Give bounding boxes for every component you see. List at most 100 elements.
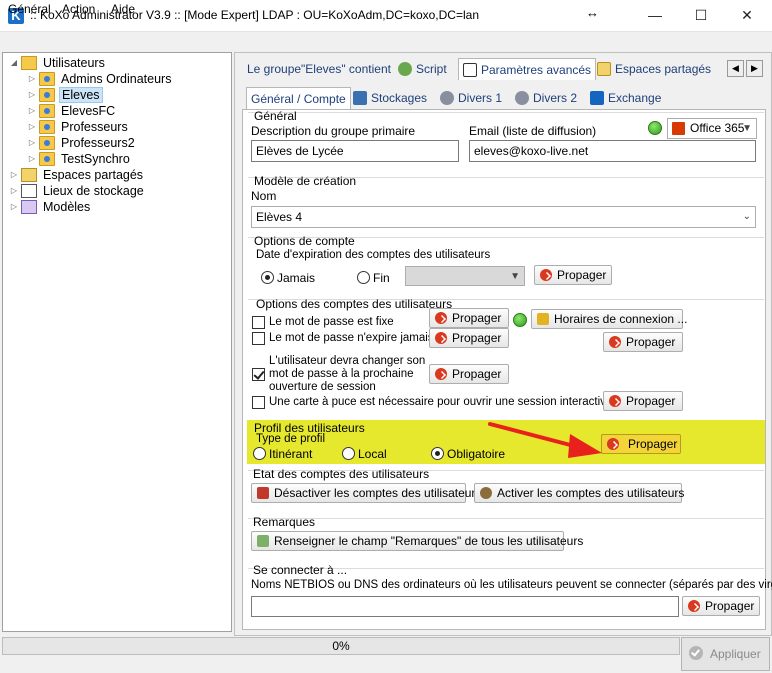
renseigner-remarques-button[interactable]: Renseigner le champ "Remarques" de tous … (251, 531, 583, 551)
radio-obligatoire[interactable] (431, 447, 444, 460)
menu-action[interactable]: Action (62, 2, 95, 16)
templates-icon (21, 200, 37, 214)
expand-icon[interactable]: ▷ (27, 151, 37, 167)
change-pwd-label-3: ouverture de session (269, 381, 376, 393)
chevron-down-icon: ▼ (510, 271, 520, 282)
checkbox-change-pwd[interactable] (252, 368, 265, 381)
tab-scroll-left-button[interactable]: ◀ (727, 60, 744, 77)
storage-icon (353, 91, 367, 105)
tree-view[interactable]: ◢ Utilisateurs ▷ Admins Ordinateurs ▷ El… (2, 52, 232, 632)
office-icon (672, 122, 685, 135)
maximize-button[interactable]: ☐ (678, 0, 724, 31)
group-folder-icon (39, 104, 55, 118)
pwd-never-label: Le mot de passe n'expire jamais (269, 332, 434, 344)
tab-espaces-partages[interactable]: Espaces partagés (597, 58, 711, 80)
expiration-date-picker[interactable]: ▼ (405, 266, 525, 286)
propager-expiration-button[interactable]: Propager (534, 265, 612, 285)
propager-pwd-fixe-button[interactable]: Propager (429, 308, 509, 328)
expand-icon[interactable]: ▷ (27, 87, 37, 103)
netbios-label: Noms NETBIOS ou DNS des ordinateurs où l… (251, 579, 772, 591)
office-365-dropdown[interactable]: Office 365 ▼ (667, 118, 757, 139)
shared-space-icon (597, 62, 611, 76)
disable-user-icon (257, 487, 269, 499)
expiration-label: Date d'expiration des comptes des utilis… (256, 249, 491, 261)
expand-icon[interactable]: ▷ (27, 119, 37, 135)
activer-comptes-button[interactable]: Activer les comptes des utilisateurs (474, 483, 684, 503)
propager-pwd-never-button[interactable]: Propager (429, 328, 509, 348)
options-users-title: Options des comptes des utilisateurs (256, 297, 453, 311)
type-profil-label: Type de profil (256, 433, 326, 445)
propagate-arrow-icon (540, 269, 552, 281)
settings-doc-icon (463, 63, 477, 77)
change-pwd-label-2: mot de passe à la prochaine (269, 368, 414, 380)
etat-title: Etat des comptes des utilisateurs (253, 467, 430, 481)
menu-general[interactable]: Général (8, 2, 51, 16)
propager-profil-button[interactable]: Propager (601, 434, 681, 454)
group-folder-icon (39, 88, 55, 102)
progress-bar: 0% (2, 637, 680, 655)
desactiver-comptes-button[interactable]: Désactiver les comptes des utilisateurs (251, 483, 481, 503)
radio-jamais[interactable] (261, 271, 274, 284)
propagate-arrow-icon (609, 395, 621, 407)
gear-icon (440, 91, 454, 105)
expand-icon[interactable]: ▷ (9, 183, 19, 199)
modele-dropdown[interactable]: Elèves 4 ⌄ (251, 206, 756, 228)
status-ok-icon (513, 313, 527, 327)
remarques-title: Remarques (253, 515, 316, 529)
propager-smartcard-button[interactable]: Propager (603, 391, 683, 411)
propagate-arrow-icon (435, 332, 447, 344)
fin-label: Fin (373, 271, 390, 285)
radio-itinerant[interactable] (253, 447, 266, 460)
menu-bar (0, 32, 772, 52)
expand-icon[interactable]: ▷ (27, 71, 37, 87)
radio-fin[interactable] (357, 271, 370, 284)
expand-icon[interactable]: ▷ (9, 167, 19, 183)
propagate-arrow-icon (435, 368, 447, 380)
check-icon (689, 646, 703, 660)
description-input[interactable]: Elèves de Lycée (251, 140, 459, 162)
tab-scroll-right-button[interactable]: ▶ (746, 60, 763, 77)
radio-local[interactable] (342, 447, 355, 460)
email-input[interactable]: eleves@koxo-live.net (469, 140, 756, 162)
propagate-arrow-icon (435, 312, 447, 324)
horaires-connexion-button[interactable]: Horaires de connexion ... (531, 309, 687, 329)
propagate-arrow-icon (688, 600, 700, 612)
expand-icon[interactable]: ▷ (27, 103, 37, 119)
itinerant-label: Itinérant (269, 447, 313, 461)
checkbox-pwd-fixe[interactable] (252, 316, 265, 329)
subtab-general-compte[interactable]: Général / Compte (246, 87, 351, 109)
checkbox-smartcard[interactable] (252, 396, 265, 409)
subtab-divers-1[interactable]: Divers 1 (440, 87, 502, 109)
jamais-label: Jamais (277, 271, 316, 285)
pwd-fixe-label: Le mot de passe est fixe (269, 316, 394, 328)
nom-label: Nom (251, 189, 277, 203)
minimize-button[interactable]: — (632, 0, 678, 31)
menu-aide[interactable]: Aide (111, 2, 135, 16)
group-folder-icon (39, 72, 55, 86)
expand-icon[interactable]: ▷ (9, 199, 19, 215)
group-folder-icon (39, 120, 55, 134)
shared-space-icon (21, 168, 37, 182)
tab-groupe-contient[interactable]: Le groupe"Eleves" contient (247, 58, 391, 80)
propagate-arrow-icon (607, 438, 619, 450)
group-folder-icon (39, 136, 55, 150)
netbios-input[interactable] (251, 596, 679, 617)
subtab-exchange[interactable]: Exchange (590, 87, 661, 109)
remarques-group (248, 518, 764, 519)
options-compte-title: Options de compte (254, 234, 355, 248)
subtab-stockages[interactable]: Stockages (353, 87, 427, 109)
propager-change-pwd-button[interactable]: Propager (429, 364, 509, 384)
propager-connecter-button[interactable]: Propager (682, 596, 760, 616)
group-folder-icon (39, 152, 55, 166)
checkbox-pwd-never-expire[interactable] (252, 332, 265, 345)
tab-parametres-avances[interactable]: Paramètres avancés (458, 58, 597, 80)
connecter-title: Se connecter à ... (253, 563, 348, 577)
progress-text: 0% (332, 639, 350, 653)
status-ok-icon (648, 121, 662, 135)
tab-script[interactable]: Script (398, 58, 447, 80)
close-button[interactable]: ✕ (724, 0, 770, 31)
propager-horaires-button[interactable]: Propager (603, 332, 683, 352)
expand-icon[interactable]: ▷ (27, 135, 37, 151)
collapse-icon[interactable]: ◢ (9, 55, 19, 71)
subtab-divers-2[interactable]: Divers 2 (515, 87, 577, 109)
